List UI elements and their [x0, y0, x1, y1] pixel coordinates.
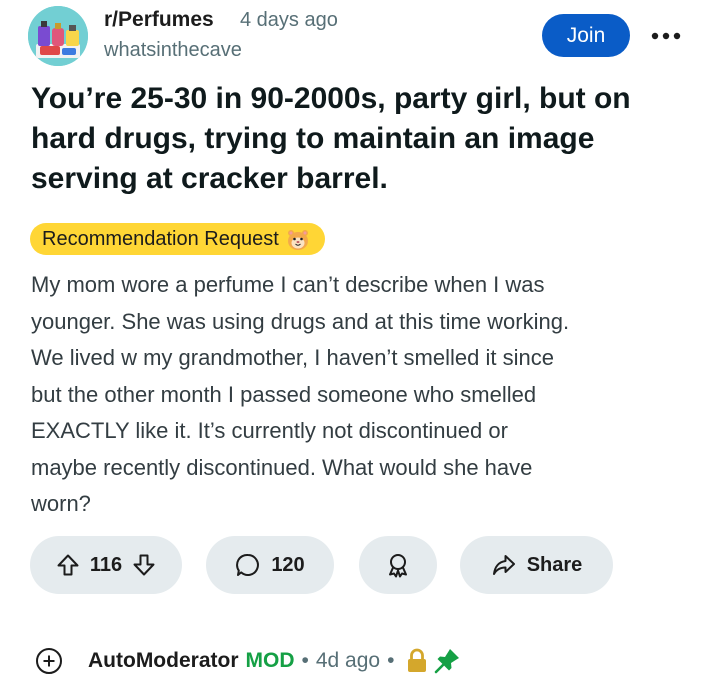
- share-arrow-icon: [492, 555, 515, 575]
- award-button[interactable]: [359, 536, 437, 594]
- comment-author[interactable]: AutoModerator: [88, 649, 239, 673]
- post-title[interactable]: You’re 25-30 in 90-2000s, party girl, bu…: [31, 79, 691, 199]
- post-body-line: We lived w my grandmother, I haven’t sme…: [31, 345, 554, 370]
- award-icon: [389, 554, 407, 578]
- downvote-button[interactable]: [132, 553, 156, 577]
- comment-age: 4d ago: [315, 649, 381, 672]
- hamster-emoji-icon: [287, 230, 308, 250]
- pin-icon-wrapper: [433, 647, 461, 675]
- post-body-line: EXACTLY like it. It’s currently not disc…: [31, 418, 508, 443]
- mod-badge: MOD: [245, 649, 295, 672]
- upvote-button[interactable]: [56, 553, 80, 577]
- pin-icon: [435, 649, 460, 674]
- comment-count: 120: [271, 553, 305, 576]
- lock-icon: [408, 648, 427, 672]
- post-author[interactable]: whatsinthecave: [104, 39, 242, 62]
- comments-button[interactable]: 120: [206, 536, 334, 594]
- post-header: r/Perfumes 4 days ago whatsinthecave Joi…: [0, 0, 713, 72]
- comment-header: AutoModerator MOD • 4d ago •: [36, 644, 461, 678]
- join-button[interactable]: Join: [542, 14, 630, 57]
- upvote-arrow-icon: [57, 554, 79, 576]
- separator-dot: •: [387, 649, 395, 672]
- lock-icon-wrapper: [405, 648, 429, 674]
- plus-icon: [43, 655, 55, 667]
- more-options-button[interactable]: [650, 24, 682, 48]
- post-body-line: but the other month I passed someone who…: [31, 381, 537, 407]
- separator-dot: •: [301, 649, 309, 672]
- post-age: 4 days ago: [240, 9, 338, 31]
- downvote-arrow-icon: [133, 554, 155, 576]
- vote-score: 116: [89, 553, 123, 576]
- share-label: Share: [526, 553, 583, 576]
- subreddit-avatar[interactable]: [28, 6, 88, 66]
- flair-label: Recommendation Request: [42, 227, 279, 250]
- subreddit-name[interactable]: r/Perfumes: [104, 8, 214, 32]
- post-body: My mom wore a perfume I can’t describe w…: [31, 267, 691, 523]
- post-body-line: worn?: [31, 491, 91, 516]
- post-body-line: My mom wore a perfume I can’t describe w…: [31, 272, 545, 297]
- ellipsis-icon: [651, 32, 681, 40]
- post-flair[interactable]: Recommendation Request: [30, 223, 325, 255]
- perfume-bottles-icon: [28, 6, 88, 66]
- comment-bubble-icon: [236, 553, 260, 576]
- share-button[interactable]: Share: [460, 536, 613, 594]
- expand-comment-button[interactable]: [36, 648, 62, 674]
- vote-bar: 116: [30, 536, 182, 594]
- post-body-line: younger. She was using drugs and at this…: [31, 308, 570, 334]
- post-body-line: maybe recently discontinued. What would …: [31, 454, 533, 480]
